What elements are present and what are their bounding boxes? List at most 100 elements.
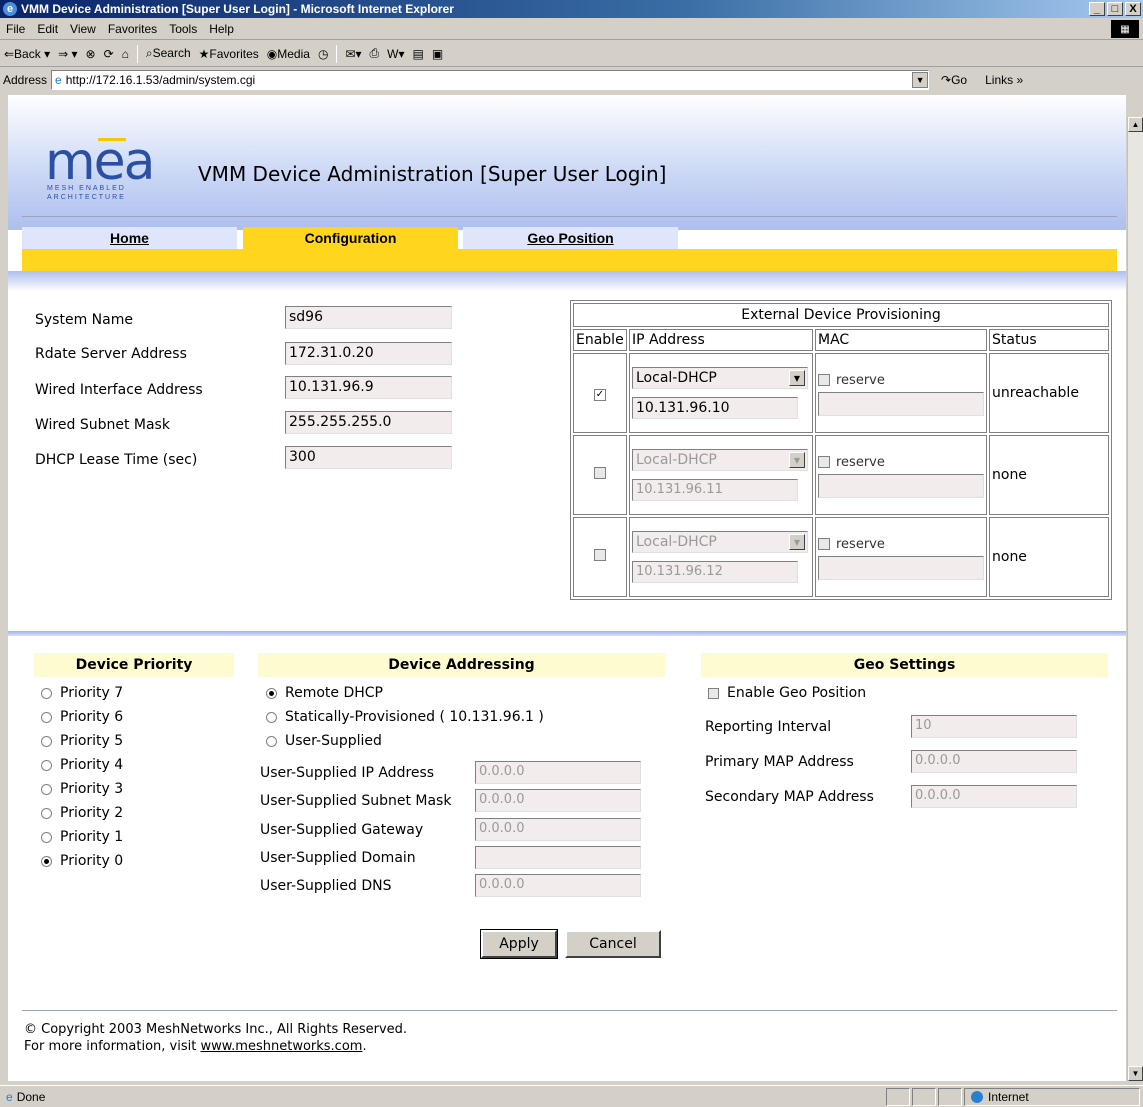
priority-1-radio[interactable]: Priority 1	[41, 829, 123, 845]
reserve-checkbox[interactable]	[818, 456, 830, 468]
ip-input[interactable]: 10.131.96.12	[632, 561, 798, 583]
messenger-icon[interactable]: ▣	[432, 47, 443, 61]
ip-input[interactable]: 10.131.96.11	[632, 479, 798, 501]
media-button[interactable]: ◉Media	[267, 47, 310, 61]
scroll-down-icon[interactable]: ▼	[1128, 1066, 1143, 1081]
secondary-map-input[interactable]: 0.0.0.0	[911, 785, 1077, 808]
menu-help[interactable]: Help	[209, 22, 234, 36]
mac-cell: reserve	[815, 517, 987, 597]
reserve-option[interactable]: reserve	[818, 455, 984, 470]
enable-geo-checkbox[interactable]: Enable Geo Position	[708, 685, 866, 701]
primary-map-input[interactable]: 0.0.0.0	[911, 750, 1077, 773]
chevron-down-icon[interactable]: ▼	[789, 534, 805, 550]
tab-bar: Home Configuration Geo Position	[22, 227, 1117, 249]
mode-select[interactable]: Local-DHCP ▼	[632, 449, 808, 471]
forward-button[interactable]: ⇒ ▾	[58, 47, 77, 61]
priority-0-radio[interactable]: Priority 0	[41, 853, 123, 869]
close-button[interactable]: X	[1125, 2, 1141, 16]
menu-edit[interactable]: Edit	[37, 22, 58, 36]
ip-cell: Local-DHCP ▼ 10.131.96.11	[629, 435, 813, 515]
scroll-up-icon[interactable]: ▲	[1128, 117, 1143, 132]
tab-home[interactable]: Home	[22, 227, 237, 249]
mode-select-value: Local-DHCP	[636, 452, 717, 468]
mac-input[interactable]	[818, 391, 984, 416]
dhcp-lease-input[interactable]: 300	[285, 446, 452, 469]
refresh-icon[interactable]: ⟳	[104, 47, 114, 61]
status-cell: none	[989, 517, 1109, 597]
meshnetworks-link[interactable]: www.meshnetworks.com	[200, 1039, 362, 1054]
tab-geo-position[interactable]: Geo Position	[463, 227, 678, 249]
mode-select[interactable]: Local-DHCP ▼	[632, 367, 808, 389]
user-domain-input[interactable]	[475, 846, 641, 869]
window-titlebar[interactable]: e VMM Device Administration [Super User …	[0, 0, 1143, 18]
discuss-icon[interactable]: ▤	[412, 47, 423, 61]
maximize-button[interactable]: □	[1107, 2, 1123, 16]
menu-favorites[interactable]: Favorites	[108, 22, 157, 36]
user-ip-input[interactable]: 0.0.0.0	[475, 761, 641, 784]
user-subnet-input[interactable]: 0.0.0.0	[475, 789, 641, 812]
enable-cell	[573, 517, 627, 597]
minimize-button[interactable]: _	[1089, 2, 1105, 16]
ip-input[interactable]: 10.131.96.10	[632, 397, 798, 419]
mac-cell: reserve	[815, 353, 987, 433]
enable-checkbox[interactable]: ✓	[594, 389, 606, 401]
priority-6-radio[interactable]: Priority 6	[41, 709, 123, 725]
tab-configuration[interactable]: Configuration	[243, 227, 458, 249]
history-icon[interactable]: ◷	[318, 47, 328, 61]
media-label: Media	[277, 46, 310, 61]
back-button[interactable]: ⇐Back ▾	[4, 47, 50, 61]
apply-button[interactable]: Apply	[480, 929, 558, 959]
edit-icon[interactable]: W▾	[387, 47, 404, 61]
reserve-checkbox[interactable]	[818, 538, 830, 550]
page-done-icon: e	[6, 1089, 13, 1104]
enable-checkbox[interactable]	[594, 467, 606, 479]
enable-checkbox[interactable]	[594, 549, 606, 561]
cancel-button[interactable]: Cancel	[565, 930, 661, 958]
priority-2-radio[interactable]: Priority 2	[41, 805, 123, 821]
device-priority-header: Device Priority	[34, 653, 234, 677]
address-input[interactable]: e http://172.16.1.53/admin/system.cgi ▼	[51, 70, 930, 90]
vertical-scrollbar[interactable]: ▲ ▼	[1127, 117, 1143, 1081]
user-supplied-radio[interactable]: User-Supplied	[266, 733, 382, 749]
menu-tools[interactable]: Tools	[169, 22, 197, 36]
print-icon[interactable]: ⎙	[370, 46, 380, 61]
reserve-option[interactable]: reserve	[818, 373, 984, 388]
reserve-option[interactable]: reserve	[818, 537, 984, 552]
home-icon[interactable]: ⌂	[122, 47, 129, 61]
remote-dhcp-radio[interactable]: Remote DHCP	[266, 685, 383, 701]
priority-7-radio[interactable]: Priority 7	[41, 685, 123, 701]
links-button[interactable]: Links »	[985, 73, 1023, 87]
footer-divider	[22, 1010, 1117, 1011]
user-gateway-input[interactable]: 0.0.0.0	[475, 818, 641, 841]
mac-input[interactable]	[818, 473, 984, 498]
reserve-checkbox[interactable]	[818, 374, 830, 386]
menu-view[interactable]: View	[70, 22, 96, 36]
status-text: Done	[16, 1089, 46, 1104]
mac-input[interactable]	[818, 555, 984, 580]
search-button[interactable]: ⌕Search	[146, 46, 191, 61]
user-domain-label: User-Supplied Domain	[260, 850, 416, 866]
chevron-down-icon[interactable]: ▼	[789, 452, 805, 468]
menu-file[interactable]: File	[6, 22, 25, 36]
mode-select[interactable]: Local-DHCP ▼	[632, 531, 808, 553]
status-pane	[912, 1088, 936, 1106]
mail-icon[interactable]: ✉▾	[345, 47, 361, 61]
enable-geo-label: Enable Geo Position	[727, 685, 867, 701]
favorites-button[interactable]: ★Favorites	[199, 47, 259, 61]
rdate-server-input[interactable]: 172.31.0.20	[285, 342, 452, 365]
wired-subnet-input[interactable]: 255.255.255.0	[285, 411, 452, 434]
statically-provisioned-radio[interactable]: Statically-Provisioned ( 10.131.96.1 )	[266, 709, 544, 725]
priority-3-radio[interactable]: Priority 3	[41, 781, 123, 797]
stop-icon[interactable]: ⊗	[86, 47, 96, 61]
system-name-input[interactable]: sd96	[285, 306, 452, 329]
priority-2-label: Priority 2	[60, 805, 124, 821]
chevron-down-icon[interactable]: ▼	[789, 370, 805, 386]
user-dns-input[interactable]: 0.0.0.0	[475, 874, 641, 897]
go-arrow-icon: ↷	[941, 73, 952, 87]
reporting-interval-input[interactable]: 10	[911, 715, 1077, 738]
priority-4-radio[interactable]: Priority 4	[41, 757, 123, 773]
go-button[interactable]: ↷Go	[941, 73, 967, 87]
wired-interface-input[interactable]: 10.131.96.9	[285, 376, 452, 399]
address-dropdown-icon[interactable]: ▼	[912, 72, 929, 88]
priority-5-radio[interactable]: Priority 5	[41, 733, 123, 749]
